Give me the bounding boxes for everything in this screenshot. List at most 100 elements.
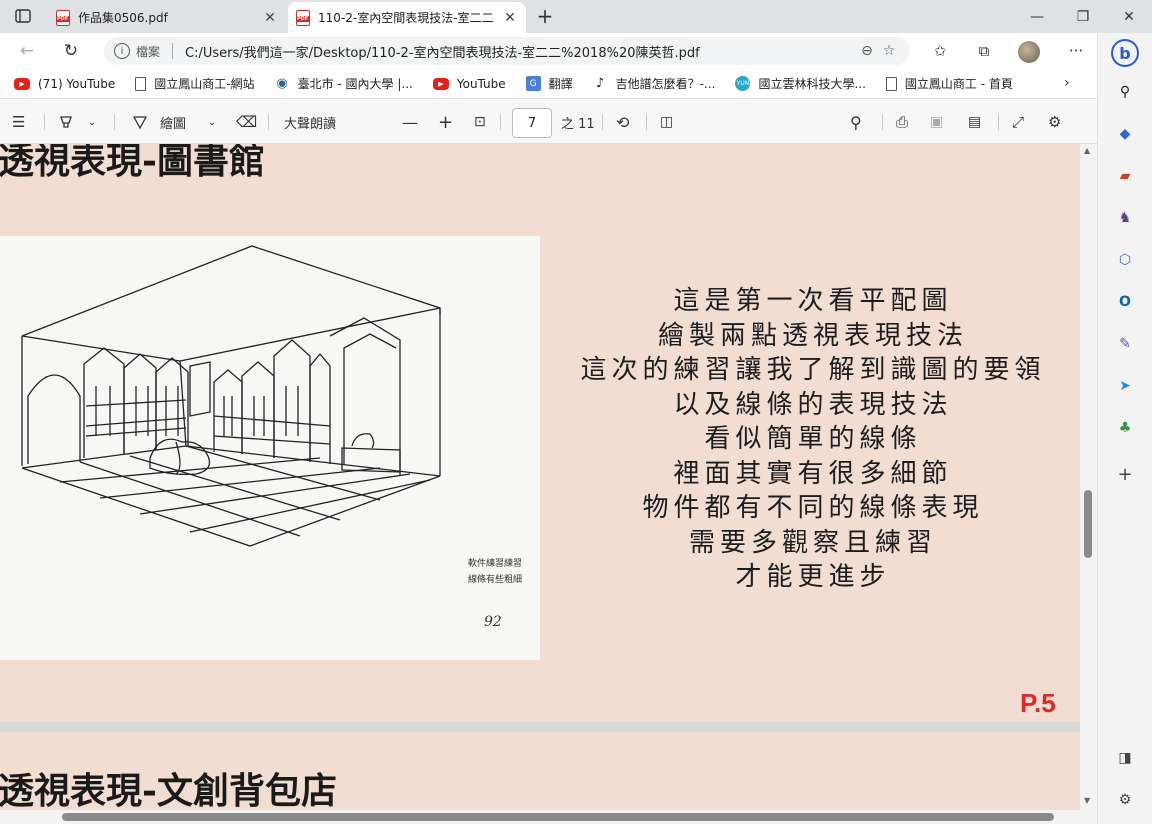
poem-line: 這次的練習讓我了解到識圖的要領 [580, 355, 1046, 385]
chevron-down-icon[interactable]: ⌄ [208, 110, 216, 134]
address-bar[interactable]: i 檔案 C:/Users/我們這一家/Desktop/110-2-室內空間表現… [104, 37, 910, 65]
fullscreen-icon[interactable]: ⤢ [1012, 110, 1024, 134]
bookmark-item[interactable]: ▶ (71) YouTube [14, 77, 115, 91]
restore-button[interactable]: ❐ [1060, 0, 1106, 33]
poem-line: 以及線條的表現技法 [673, 389, 953, 420]
tab-portfolio[interactable]: 作品集0506.pdf ✕ [48, 2, 286, 33]
contents-icon[interactable]: ☰ [12, 110, 25, 134]
office-icon[interactable]: ⬡ [1114, 249, 1136, 271]
library-drawing: 軟件練習練習 線條有些粗細 92 [21, 245, 522, 630]
poem-line: 需要多觀察且練習 [688, 527, 937, 558]
add-favorite-icon[interactable]: ☆ [878, 43, 900, 59]
pdf-page: 透視表現-圖書館 軟件練習練習 線條有些粗細 92 這是第一次看平配圖 繪製兩點… [0, 144, 1080, 722]
bookmark-item[interactable]: ♪ 吉他譜怎麼看？-... [593, 75, 715, 92]
collections-icon[interactable]: ⧉ [972, 39, 996, 63]
bookmark-item[interactable]: 國立鳳山商工 - 首頁 [885, 75, 1013, 92]
back-arrow-icon[interactable]: ← [14, 39, 40, 63]
scrollbar-thumb[interactable] [62, 813, 1054, 821]
tag-icon[interactable]: ◆ [1114, 123, 1136, 145]
fit-page-icon[interactable]: ⊡ [474, 110, 486, 134]
pdf-file-icon [56, 9, 70, 26]
vertical-scrollbar[interactable]: ▲ ▼ [1080, 144, 1097, 810]
divider [114, 114, 115, 130]
description-text: 這是第一次看平配圖 繪製兩點透視表現技法 這次的練習讓我了解到識圖的要領 以及線… [548, 284, 1078, 595]
sketch-grade: 92 [484, 614, 502, 630]
page-gap [0, 722, 1080, 732]
search-icon[interactable]: ⚲ [850, 110, 862, 134]
tab-title: 110-2-室內空間表現技法-室二二 [318, 11, 494, 25]
poem-line: 物件都有不同的線條表現 [642, 493, 984, 523]
poem-line: 繪製兩點透視表現技法 [657, 320, 968, 351]
tab-active-pdf[interactable]: 110-2-室內空間表現技法-室二二 ✕ [288, 2, 526, 33]
save-icon[interactable]: ▣ [930, 110, 943, 134]
print-icon[interactable]: ⎙ [896, 110, 908, 134]
horizontal-scrollbar[interactable] [0, 810, 1097, 824]
draw-button[interactable]: 繪圖 [132, 110, 186, 134]
info-icon[interactable]: i [114, 43, 130, 59]
more-menu-icon[interactable]: ··· [1064, 39, 1088, 63]
save-as-icon[interactable]: ▤ [968, 110, 981, 134]
add-icon[interactable]: + [1114, 463, 1136, 485]
pdf-page: 透視表現-文創背包店 [0, 732, 1080, 810]
bookmarks-bar: ▶ (71) YouTube 國立鳳山商工-網站 ◉ 臺北市 - 國內大學 |...… [0, 69, 1097, 99]
bookmark-item[interactable]: ▶ YouTube [432, 77, 506, 91]
poem-line: 看似簡單的線條 [704, 424, 922, 454]
zoom-icon[interactable]: ⊖ [856, 43, 878, 59]
bing-icon[interactable]: b [1111, 39, 1139, 67]
rotate-icon[interactable]: ⟲ [616, 110, 629, 134]
window-close-button[interactable]: ✕ [1106, 0, 1152, 33]
page-view-icon[interactable]: ◫ [660, 110, 673, 134]
search-icon[interactable]: ⚲ [1114, 81, 1136, 103]
settings-gear-icon[interactable]: ⚙ [1114, 789, 1136, 811]
file-scheme-label: 檔案 [136, 44, 161, 59]
sketch-comment: 線條有些粗細 [468, 573, 522, 585]
divider [602, 114, 603, 130]
guitar-icon: ♪ [596, 76, 605, 91]
divider [500, 114, 501, 130]
games-icon[interactable]: ♞ [1114, 207, 1136, 229]
bookmark-item[interactable]: YUN 國立雲林科技大學... [735, 75, 866, 92]
scroll-down-icon[interactable]: ▼ [1084, 796, 1090, 805]
pdf-viewport[interactable]: 透視表現-圖書館 軟件練習練習 線條有些粗細 92 這是第一次看平配圖 繪製兩點… [0, 144, 1080, 810]
bookmark-item[interactable]: ◉ 臺北市 - 國內大學 |... [275, 75, 412, 92]
page-number-input[interactable]: 7 [512, 108, 552, 138]
divider [998, 114, 999, 130]
scroll-up-icon[interactable]: ▲ [1084, 146, 1090, 155]
browser-toolbar: ← ↻ i 檔案 C:/Users/我們這一家/Desktop/110-2-室內… [0, 33, 1097, 69]
page-icon [885, 76, 897, 91]
designer-icon[interactable]: ✎ [1114, 333, 1136, 355]
tab-title: 作品集0506.pdf [78, 11, 168, 25]
highlight-icon[interactable] [58, 110, 74, 134]
favorites-icon[interactable]: ✩ [928, 39, 952, 63]
avatar[interactable] [1018, 41, 1040, 63]
chevron-down-icon[interactable]: ⌄ [88, 110, 96, 134]
divider [882, 114, 883, 130]
globe-icon: ◉ [276, 76, 288, 91]
settings-gear-icon[interactable]: ⚙ [1048, 110, 1061, 134]
eraser-icon[interactable]: ⌫ [236, 110, 257, 134]
scrollbar-thumb[interactable] [1084, 490, 1092, 558]
sidebar-toggle-icon[interactable]: ◨ [1114, 747, 1136, 769]
close-icon[interactable]: ✕ [502, 10, 518, 26]
zoom-in-icon[interactable]: + [438, 110, 453, 134]
new-tab-button[interactable]: + [534, 4, 556, 28]
refresh-icon[interactable]: ↻ [58, 39, 84, 63]
close-icon[interactable]: ✕ [262, 10, 278, 26]
zoom-out-icon[interactable]: — [402, 110, 418, 134]
tree-icon[interactable]: ♣ [1114, 417, 1136, 439]
pdf-file-icon [296, 9, 310, 26]
chevron-right-icon[interactable]: › [1064, 75, 1070, 91]
bookmark-item[interactable]: 國立鳳山商工-網站 [135, 75, 255, 92]
bookmark-item[interactable]: G 翻譯 [525, 75, 573, 92]
tab-actions-icon[interactable] [12, 6, 34, 26]
tools-icon[interactable]: ▰ [1114, 165, 1136, 187]
page-heading: 透視表現-圖書館 [0, 144, 265, 182]
minimize-button[interactable]: — [1014, 0, 1060, 33]
outlook-icon[interactable]: O [1114, 291, 1136, 313]
url-text[interactable]: C:/Users/我們這一家/Desktop/110-2-室內空間表現技法-室二… [185, 42, 856, 61]
page-heading: 透視表現-文創背包店 [0, 770, 337, 810]
total-pages-label: 之 11 [561, 116, 595, 132]
read-aloud-button[interactable]: 大聲朗讀 [284, 110, 336, 134]
send-icon[interactable]: ➤ [1114, 375, 1136, 397]
perspective-sketch: 軟件練習練習 線條有些粗細 92 [0, 236, 540, 660]
